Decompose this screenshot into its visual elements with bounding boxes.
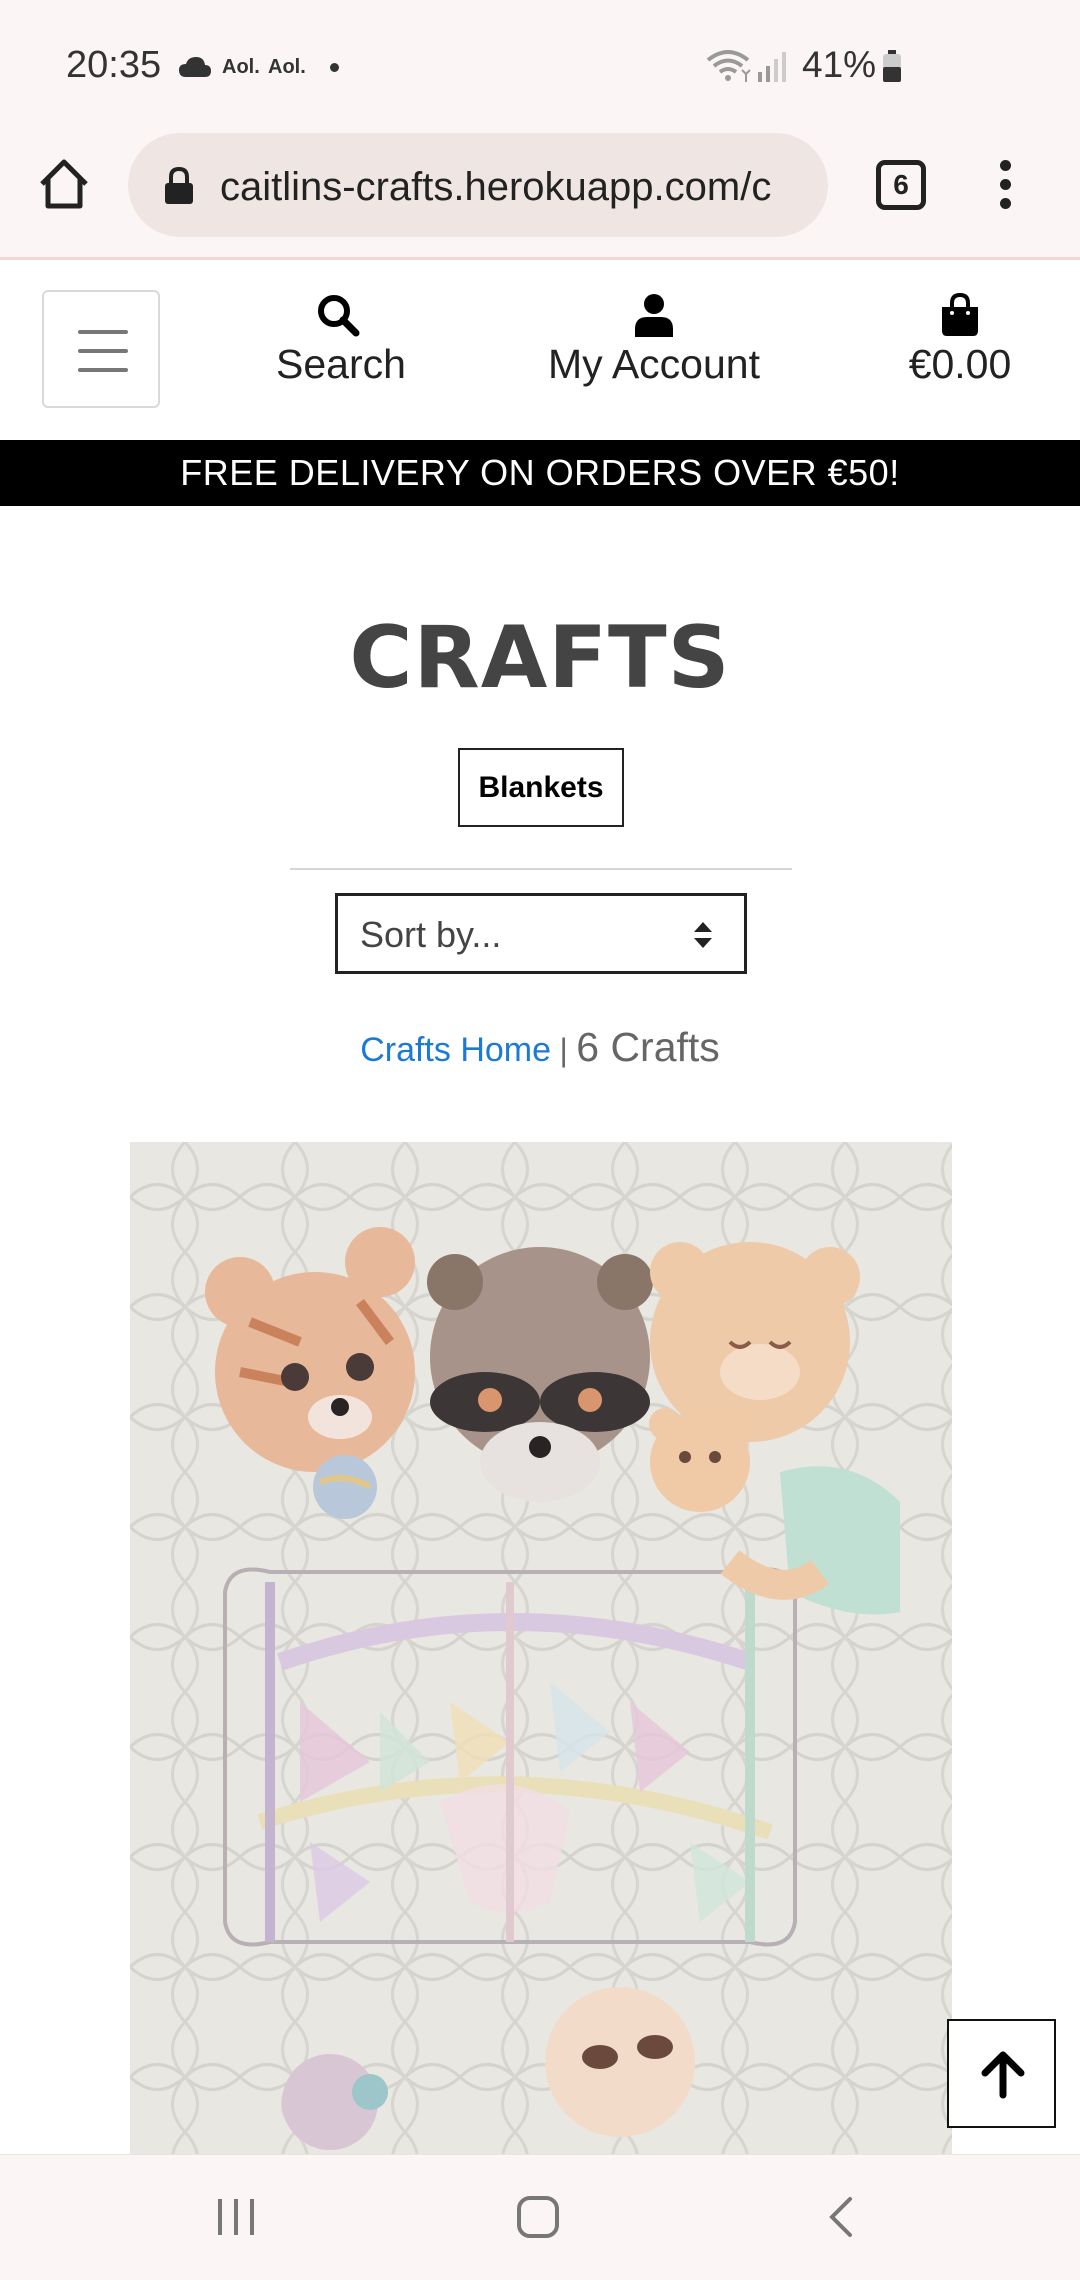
kebab-menu-icon[interactable] xyxy=(990,160,1020,214)
sort-arrows-icon xyxy=(694,922,712,948)
breadcrumb: Crafts Home | 6 Crafts xyxy=(0,1024,1080,1071)
result-count: 6 Crafts xyxy=(576,1024,720,1070)
status-bar: 20:35 Aol. Aol. 41% xyxy=(0,0,1080,130)
product-image[interactable] xyxy=(130,1142,952,2154)
account-label: My Account xyxy=(548,341,760,387)
home-nav-icon[interactable] xyxy=(516,2195,560,2239)
hamburger-icon[interactable] xyxy=(42,290,160,408)
sort-select-value: Sort by... xyxy=(360,914,502,955)
shopping-bag-icon xyxy=(942,293,978,336)
notification-aol: Aol. xyxy=(222,56,260,78)
url-text[interactable]: caitlins-crafts.herokuapp.com/c xyxy=(220,165,810,210)
cloud-icon xyxy=(179,57,211,77)
cart-total: €0.00 xyxy=(908,341,1012,387)
system-navigation-bar xyxy=(0,2154,1080,2280)
promo-banner: FREE DELIVERY ON ORDERS OVER €50! xyxy=(0,440,1080,506)
lock-icon xyxy=(165,167,193,204)
cart-button[interactable]: €0.00 xyxy=(900,293,1020,388)
battery-icon xyxy=(883,50,901,82)
arrow-up-icon xyxy=(981,2051,1025,2099)
category-badge-blankets[interactable]: Blankets xyxy=(458,748,624,827)
home-icon[interactable] xyxy=(36,156,92,212)
notification-dot xyxy=(330,63,339,72)
browser-toolbar: caitlins-crafts.herokuapp.com/c 6 xyxy=(0,130,1080,260)
sort-select[interactable]: Sort by... xyxy=(335,893,747,974)
search-label: Search xyxy=(276,341,406,387)
address-bar[interactable]: caitlins-crafts.herokuapp.com/c xyxy=(128,133,828,237)
site-header: Search My Account €0.00 xyxy=(0,263,1080,440)
recents-icon[interactable] xyxy=(214,2195,258,2239)
notification-aol: Aol. xyxy=(268,56,306,78)
search-icon xyxy=(318,295,360,337)
crafts-home-link[interactable]: Crafts Home xyxy=(360,1031,551,1069)
status-time: 20:35 xyxy=(66,44,162,86)
tabs-button[interactable]: 6 xyxy=(876,160,926,210)
back-to-top-button[interactable] xyxy=(947,2019,1056,2128)
user-icon xyxy=(635,294,673,337)
wifi-icon xyxy=(706,50,751,82)
page-title: CRAFTS xyxy=(349,608,731,708)
battery-percent: 41% xyxy=(802,44,877,85)
my-account-button[interactable]: My Account xyxy=(540,293,768,388)
back-icon[interactable] xyxy=(822,2195,862,2239)
breadcrumb-separator: | xyxy=(559,1032,568,1068)
search-button[interactable]: Search xyxy=(276,293,406,388)
signal-icon xyxy=(758,52,786,82)
blanket-illustration xyxy=(130,1142,952,2154)
divider xyxy=(290,868,792,870)
